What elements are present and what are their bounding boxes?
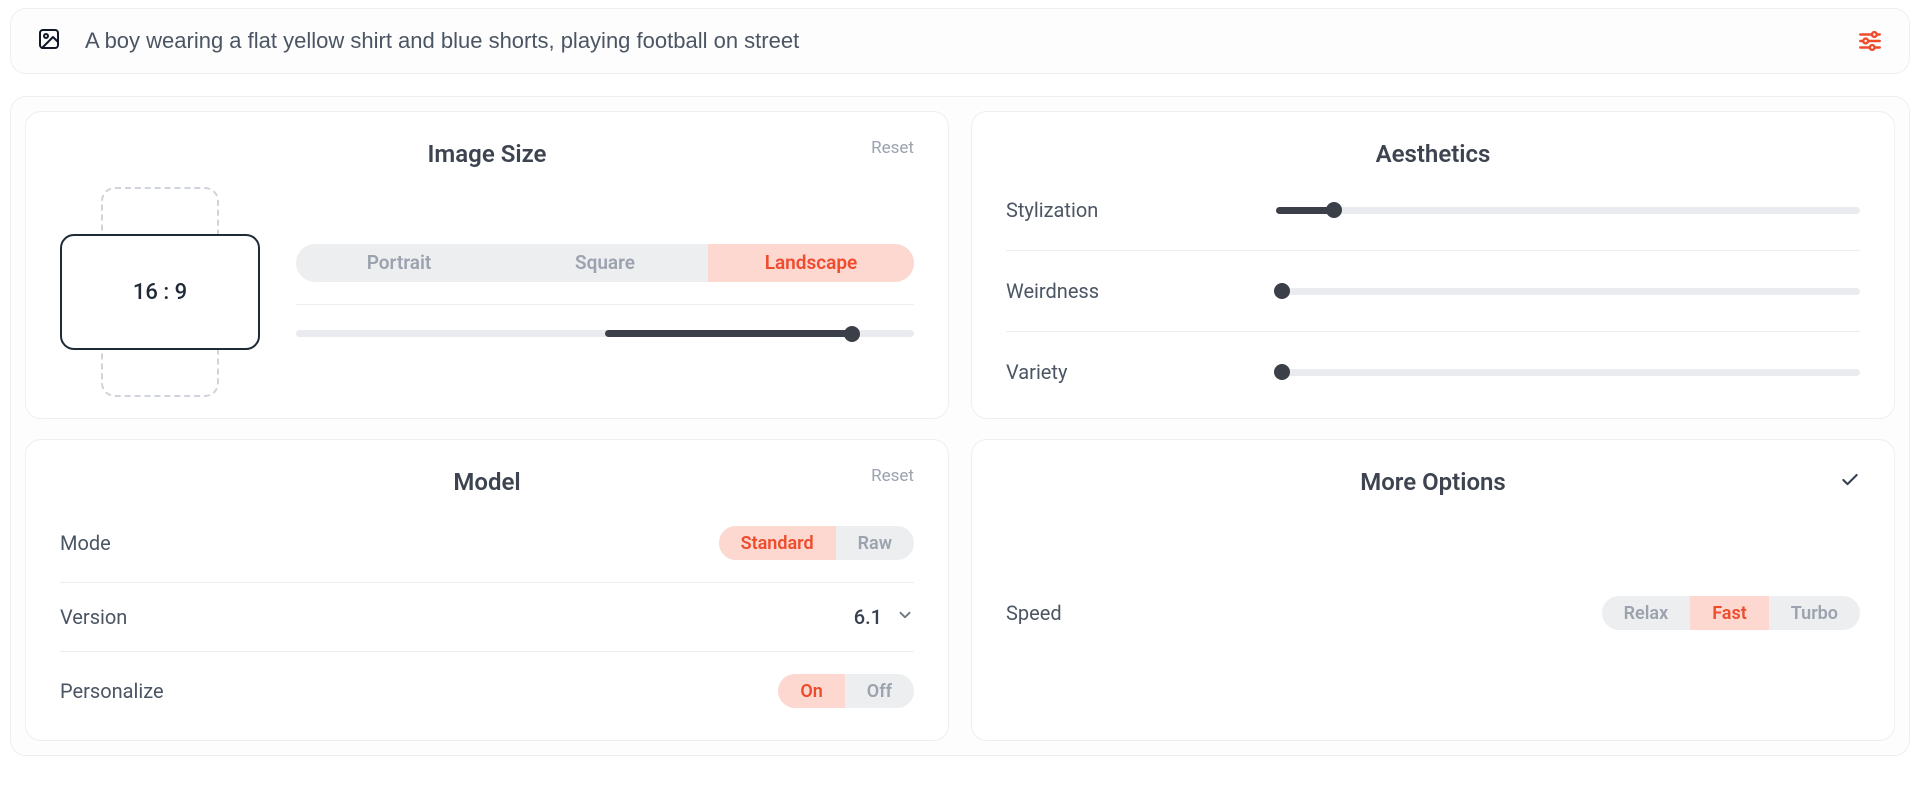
aspect-preview: 16 : 9	[60, 192, 260, 392]
model-reset[interactable]: Reset	[871, 466, 914, 486]
aesthetics-slider-variety[interactable]	[1276, 365, 1860, 379]
personalize-option-on[interactable]: On	[778, 674, 844, 708]
version-select[interactable]: 6.1	[854, 605, 914, 629]
version-label: Version	[60, 605, 127, 629]
aesthetics-label-variety: Variety	[1006, 360, 1236, 384]
mode-option-standard[interactable]: Standard	[719, 526, 836, 560]
aesthetics-row-stylization: Stylization	[1006, 192, 1860, 228]
aesthetics-label-stylization: Stylization	[1006, 198, 1236, 222]
aesthetics-label-weirdness: Weirdness	[1006, 279, 1236, 303]
aesthetics-slider-stylization[interactable]	[1276, 203, 1860, 217]
orientation-segmented: PortraitSquareLandscape	[296, 244, 914, 282]
check-icon[interactable]	[1840, 470, 1860, 494]
mode-label: Mode	[60, 531, 111, 555]
speed-segmented: RelaxFastTurbo	[1602, 596, 1860, 630]
speed-option-fast[interactable]: Fast	[1690, 596, 1769, 630]
speed-option-relax[interactable]: Relax	[1602, 596, 1691, 630]
prompt-input[interactable]	[83, 27, 1835, 55]
aesthetics-title: Aesthetics	[1006, 140, 1860, 168]
model-title: Model	[60, 468, 914, 496]
image-size-reset[interactable]: Reset	[871, 138, 914, 158]
aspect-ratio-label: 16 : 9	[133, 280, 187, 305]
more-options-card: More Options Speed RelaxFastTurbo	[971, 439, 1895, 741]
personalize-segmented: OnOff	[778, 674, 914, 708]
speed-option-turbo[interactable]: Turbo	[1769, 596, 1860, 630]
aesthetics-slider-weirdness[interactable]	[1276, 284, 1860, 298]
settings-panels: Image Size Reset 16 : 9 PortraitSquareLa…	[10, 96, 1910, 756]
orientation-option-square[interactable]: Square	[502, 244, 708, 282]
orientation-option-landscape[interactable]: Landscape	[708, 244, 914, 282]
aesthetics-row-variety: Variety	[1006, 354, 1860, 390]
speed-label: Speed	[1006, 601, 1062, 625]
image-icon	[37, 27, 61, 55]
aesthetics-row-weirdness: Weirdness	[1006, 273, 1860, 309]
personalize-option-off[interactable]: Off	[845, 674, 914, 708]
aspect-preview-landscape: 16 : 9	[60, 234, 260, 350]
image-size-title: Image Size	[60, 140, 914, 168]
aesthetics-rows: Stylization Weirdness Variety	[1006, 192, 1860, 390]
version-value: 6.1	[854, 605, 882, 629]
mode-option-raw[interactable]: Raw	[836, 526, 914, 560]
more-options-title: More Options	[1006, 468, 1860, 496]
aspect-slider[interactable]	[296, 327, 914, 341]
sliders-icon[interactable]	[1857, 28, 1883, 54]
image-size-card: Image Size Reset 16 : 9 PortraitSquareLa…	[25, 111, 949, 419]
chevron-down-icon	[896, 605, 914, 629]
prompt-bar	[10, 8, 1910, 74]
model-card: Model Reset Mode StandardRaw Version 6.1…	[25, 439, 949, 741]
mode-segmented: StandardRaw	[719, 526, 914, 560]
personalize-label: Personalize	[60, 679, 164, 703]
orientation-option-portrait[interactable]: Portrait	[296, 244, 502, 282]
aesthetics-card: Aesthetics Stylization Weirdness Variety	[971, 111, 1895, 419]
